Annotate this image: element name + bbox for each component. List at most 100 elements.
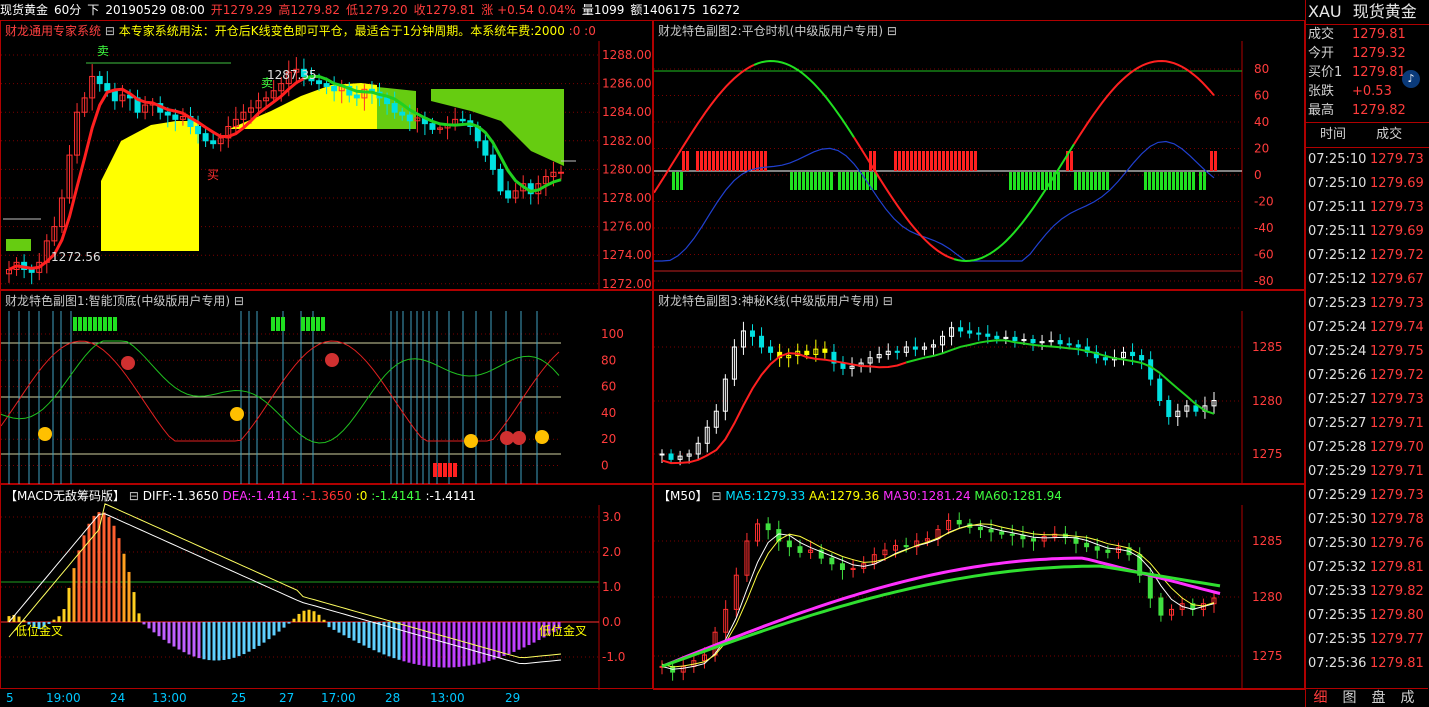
candle-body <box>164 111 171 116</box>
candle-body <box>111 90 118 102</box>
candle-body <box>459 118 466 122</box>
candle-body <box>202 133 209 142</box>
signal-area <box>431 89 564 166</box>
signal-bar <box>438 463 442 477</box>
y-tick-label: 20 <box>601 432 616 446</box>
candle-body <box>104 83 111 92</box>
candle-body <box>384 97 391 105</box>
tab-chart[interactable]: 图 <box>1335 689 1364 707</box>
tick-price: 1279.78 <box>1370 512 1424 527</box>
tick-row[interactable]: 07:25:12 1279.67 <box>1306 268 1429 292</box>
candle-body <box>1148 359 1154 380</box>
candle-body <box>765 523 771 531</box>
tab-orderbook[interactable]: 盘 <box>1364 689 1393 707</box>
alert-bell-icon[interactable]: ♪ <box>1402 70 1420 88</box>
low-annotation: 1272.56 <box>51 250 101 264</box>
tick-row[interactable]: 07:25:10 1279.69 <box>1306 172 1429 196</box>
candle-body <box>1009 533 1015 536</box>
sub3-panel[interactable]: 财龙特色副图3:神秘K线(中级版用户专用) ⊟ 1285 1280 1275 <box>653 290 1306 485</box>
ma-panel[interactable]: 【M50】 ⊟ MA5:1279.33 AA:1279.36 MA30:1281… <box>653 484 1306 690</box>
bar-amount: 额1406175 <box>630 3 696 17</box>
y-tick-label: 60 <box>601 380 616 394</box>
y-tick-label: 1276.00 <box>602 220 652 234</box>
signal-bar <box>1037 172 1040 190</box>
y-tick-label: 1272.00 <box>602 277 652 291</box>
candle-body <box>1057 340 1063 345</box>
signal-bar <box>974 151 977 171</box>
sub3-chart[interactable]: 1285 1280 1275 <box>654 291 1306 485</box>
signal-bar <box>316 317 320 331</box>
sub1-chart[interactable]: 100 80 60 40 20 0 <box>1 291 654 485</box>
signal-bar <box>794 172 797 190</box>
tick-price: 1279.69 <box>1370 224 1424 239</box>
tick-row[interactable]: 07:25:23 1279.73 <box>1306 292 1429 316</box>
tick-row[interactable]: 07:25:30 1279.78 <box>1306 508 1429 532</box>
tick-row[interactable]: 07:25:30 1279.76 <box>1306 532 1429 556</box>
ma-chart[interactable]: 1285 1280 1275 <box>654 485 1306 690</box>
sub2-panel[interactable]: 财龙特色副图2:平仓时机(中级版用户专用) ⊟ 80 60 40 20 0 -20 -40-… <box>653 20 1306 291</box>
candle-body <box>1075 344 1081 348</box>
tick-row[interactable]: 07:25:29 1279.73 <box>1306 484 1429 508</box>
tick-row[interactable]: 07:25:24 1279.75 <box>1306 340 1429 364</box>
tick-row[interactable]: 07:25:27 1279.73 <box>1306 388 1429 412</box>
bar-close: 收1279.81 <box>413 3 476 17</box>
tick-row[interactable]: 07:25:28 1279.70 <box>1306 436 1429 460</box>
tick-table[interactable]: 07:25:10 1279.73 07:25:10 1279.69 07:25:11 12… <box>1306 148 1429 676</box>
y-tick-label: 100 <box>601 327 624 341</box>
main-chart-panel[interactable]: 财龙通用专家系统 ⊟ 本专家系统用法：开仓后K线变色即可平仓，最适合于1分钟周期… <box>0 20 654 291</box>
sub1-panel[interactable]: 财龙特色副图1:智能顶底(中级版用户专用) ⊟ 100 80 60 40 20 0 <box>0 290 654 485</box>
candle-body <box>1102 357 1108 361</box>
tick-row[interactable]: 07:25:35 1279.77 <box>1306 628 1429 652</box>
tab-trades[interactable]: 成 <box>1393 689 1422 707</box>
quote-side-panel: XAU 现货黄金 成交 1279.81 今开 1279.32 买价1 1279.81 张跌 +… <box>1305 0 1429 707</box>
candle-body <box>497 168 504 192</box>
candle-body <box>822 348 828 353</box>
signal-bar <box>1013 172 1016 190</box>
tick-price: 1279.71 <box>1370 416 1424 431</box>
candle-body <box>768 346 774 353</box>
candle-body <box>999 531 1005 535</box>
signal-bar <box>1009 172 1012 190</box>
signal-bar <box>918 151 921 171</box>
tick-row[interactable]: 07:25:32 1279.81 <box>1306 556 1429 580</box>
signal-bar <box>98 317 102 331</box>
signal-bar <box>830 172 833 190</box>
signal-bar <box>958 151 961 171</box>
tab-detail[interactable]: 细 <box>1306 689 1335 707</box>
macd-panel[interactable]: 【MACD无敌筹码版】 ⊟ DIFF:-1.3650 DEA:-1.4141 :… <box>0 484 654 690</box>
candle-body <box>1030 339 1036 344</box>
tick-time: 07:25:35 <box>1308 632 1367 647</box>
tick-price: 1279.81 <box>1370 656 1424 671</box>
tick-time: 07:25:12 <box>1308 248 1367 263</box>
signal-bar <box>276 317 280 331</box>
tick-row[interactable]: 07:25:11 1279.73 <box>1306 196 1429 220</box>
tick-row[interactable]: 07:25:36 1279.81 <box>1306 652 1429 676</box>
tick-row[interactable]: 07:25:10 1279.73 <box>1306 148 1429 172</box>
tick-row[interactable]: 07:25:26 1279.72 <box>1306 364 1429 388</box>
signal-bar <box>728 151 731 171</box>
tick-row[interactable]: 07:25:12 1279.72 <box>1306 244 1429 268</box>
signal-bar <box>902 151 905 171</box>
sub2-chart[interactable]: 80 60 40 20 0 -20 -40 -60 -80 <box>654 21 1306 291</box>
period[interactable]: 60分 <box>54 3 81 17</box>
tick-row[interactable]: 07:25:27 1279.71 <box>1306 412 1429 436</box>
signal-bar <box>934 151 937 171</box>
macd-chart[interactable]: 3.0 2.0 1.0 0.0 -1.0 低位金叉 低位金叉 <box>1 485 654 690</box>
tick-row[interactable]: 07:25:24 1279.74 <box>1306 316 1429 340</box>
signal-bar <box>1029 172 1032 190</box>
tick-row[interactable]: 07:25:29 1279.71 <box>1306 460 1429 484</box>
buy-label: 买 <box>207 168 219 182</box>
quote-label: 买价1 <box>1308 65 1343 80</box>
symbol-name[interactable]: 现货黄金 <box>0 3 48 17</box>
signal-bar <box>443 463 447 477</box>
main-candlestick-chart[interactable]: 1288.00 1286.00 1284.00 1282.00 1280.00 1278.… <box>1 21 654 291</box>
tick-row[interactable]: 07:25:35 1279.80 <box>1306 604 1429 628</box>
signal-bar <box>1086 172 1089 190</box>
signal-bar <box>676 172 679 190</box>
x-tick: 24 <box>110 691 126 705</box>
peak-marker <box>512 431 526 445</box>
candle-body <box>988 529 994 533</box>
tick-row[interactable]: 07:25:33 1279.82 <box>1306 580 1429 604</box>
signal-bar <box>103 317 107 331</box>
tick-row[interactable]: 07:25:11 1279.69 <box>1306 220 1429 244</box>
